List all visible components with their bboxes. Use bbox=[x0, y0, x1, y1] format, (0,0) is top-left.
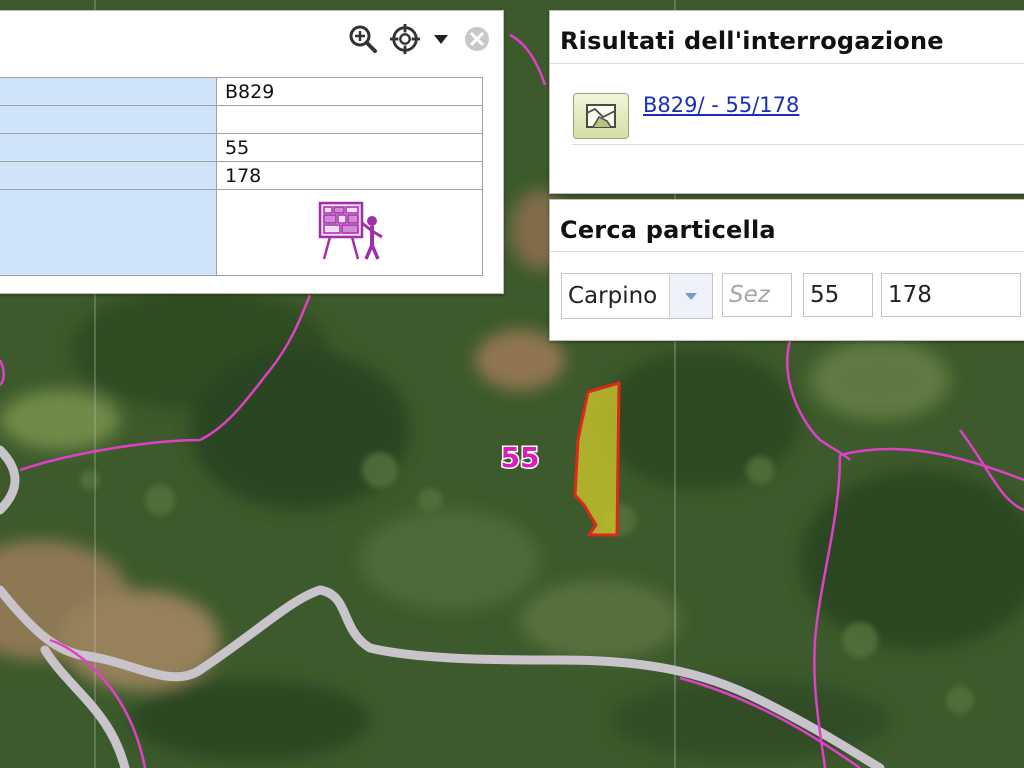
search-title: Cerca particella bbox=[560, 216, 776, 244]
close-circle-icon[interactable] bbox=[461, 23, 493, 55]
attribute-key-cell bbox=[0, 189, 217, 276]
caret-down-icon[interactable] bbox=[431, 23, 451, 55]
divider bbox=[550, 63, 1024, 64]
zoom-to-parcel-button[interactable] bbox=[573, 93, 629, 139]
attribute-value-cell: 55 bbox=[216, 133, 483, 162]
foglio-input[interactable] bbox=[803, 273, 873, 317]
chevron-down-icon[interactable] bbox=[669, 274, 712, 318]
divider bbox=[572, 144, 1024, 145]
attribute-key-cell bbox=[0, 161, 217, 190]
map-presentation-icon[interactable] bbox=[312, 199, 388, 266]
attribute-key-cell bbox=[0, 77, 217, 106]
attribute-value-cell: 178 bbox=[216, 161, 483, 190]
sezione-input[interactable] bbox=[722, 273, 792, 317]
comune-select-value: Carpino bbox=[568, 283, 658, 309]
parcel-number-label: 55 bbox=[501, 441, 540, 474]
attribute-table: B829 55 178 bbox=[0, 77, 483, 276]
query-results-panel: Risultati dell'interrogazione B829/ - 55… bbox=[549, 10, 1024, 194]
table-row bbox=[0, 105, 483, 134]
table-row: 55 bbox=[0, 133, 483, 162]
attribute-key-cell bbox=[0, 105, 217, 134]
identify-toolbar bbox=[347, 23, 493, 55]
comune-select[interactable]: Carpino bbox=[561, 273, 713, 319]
attribute-key-cell bbox=[0, 133, 217, 162]
table-row: B829 bbox=[0, 77, 483, 106]
attribute-value-cell bbox=[216, 189, 483, 276]
parcel-map-icon bbox=[586, 104, 616, 128]
attribute-value-cell bbox=[216, 105, 483, 134]
table-row bbox=[0, 189, 483, 276]
results-title: Risultati dell'interrogazione bbox=[560, 27, 944, 55]
identify-panel: B829 55 178 bbox=[0, 10, 504, 294]
crosshair-target-icon[interactable] bbox=[389, 23, 421, 55]
parcel-search-panel: Cerca particella Carpino bbox=[549, 199, 1024, 341]
divider bbox=[550, 251, 1024, 252]
particella-input[interactable] bbox=[881, 273, 1021, 317]
table-row: 178 bbox=[0, 161, 483, 190]
result-parcel-link[interactable]: B829/ - 55/178 bbox=[643, 93, 799, 117]
attribute-value-cell: B829 bbox=[216, 77, 483, 106]
zoom-in-icon[interactable] bbox=[347, 23, 379, 55]
